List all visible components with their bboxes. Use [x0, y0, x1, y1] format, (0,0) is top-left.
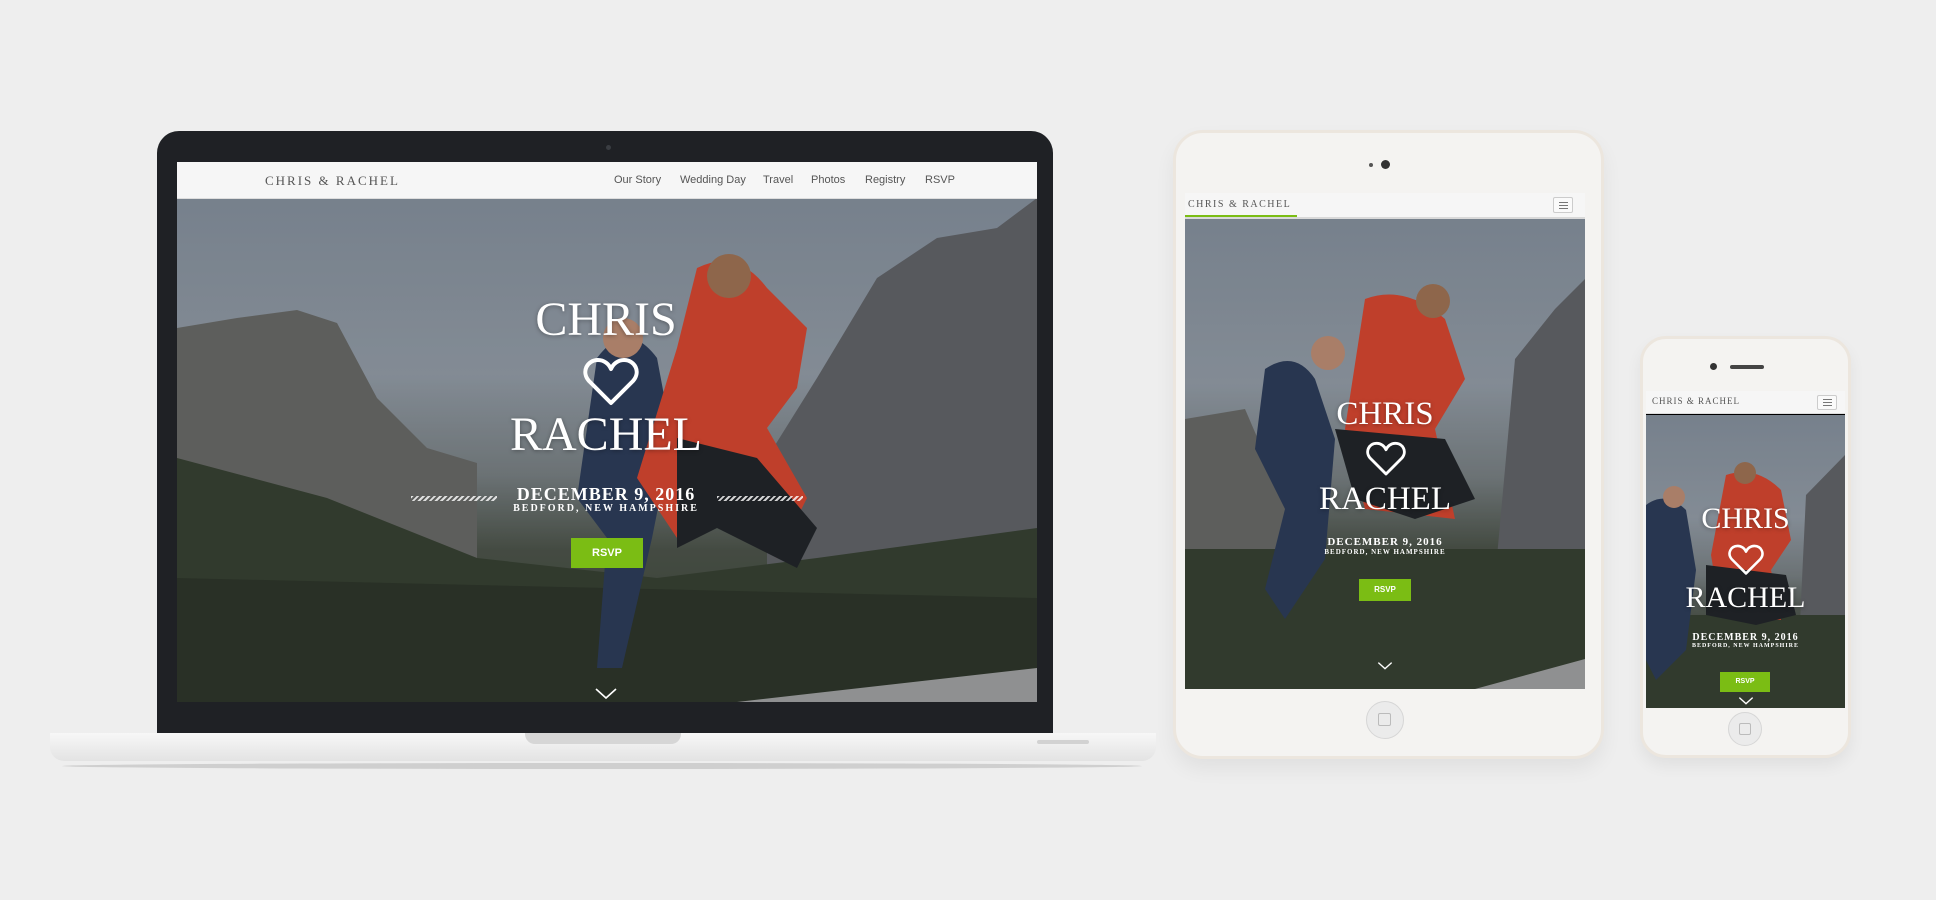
- hero-name-chris: CHRIS: [535, 293, 677, 346]
- phone-screen: CHRIS & RACHEL CHRIS RACHEL DECEMBER 9, …: [1646, 391, 1845, 708]
- hero-location: BEDFORD, NEW HAMPSHIRE: [1691, 643, 1800, 649]
- phone-speaker: [1730, 365, 1764, 369]
- nav-our-story[interactable]: Our Story: [614, 174, 661, 186]
- nav-wedding-day[interactable]: Wedding Day: [680, 174, 746, 186]
- rsvp-button[interactable]: RSVP: [1359, 579, 1411, 601]
- hamburger-menu-icon[interactable]: [1553, 197, 1573, 213]
- hero-name-rachel: RACHEL: [1319, 481, 1451, 517]
- hero-name-chris: CHRIS: [1336, 396, 1434, 432]
- hero-date: DECEMBER 9, 2016: [1692, 632, 1799, 643]
- hero-location: BEDFORD, NEW HAMPSHIRE: [513, 503, 699, 514]
- nav-progress-bar: [1185, 215, 1297, 217]
- rsvp-button[interactable]: RSVP: [571, 538, 643, 568]
- nav-registry[interactable]: Registry: [865, 174, 905, 186]
- heart-icon: [1366, 441, 1406, 476]
- hero-location: BEDFORD, NEW HAMPSHIRE: [1324, 548, 1446, 556]
- laptop-camera: [606, 145, 611, 150]
- laptop-screen: CHRIS & RACHEL Our Story Wedding Day Tra…: [177, 162, 1037, 702]
- heart-icon: [1728, 544, 1764, 575]
- nav-travel[interactable]: Travel: [763, 174, 793, 186]
- tablet-camera: [1369, 163, 1373, 167]
- tablet-screen: CHRIS & RACHEL CHRIS RACHEL DECEMBER 9, …: [1185, 193, 1585, 689]
- laptop-notch: [525, 733, 681, 744]
- chevron-down-icon[interactable]: [1377, 661, 1393, 671]
- phone-home-square: [1739, 723, 1751, 735]
- chevron-down-icon[interactable]: [1738, 696, 1754, 706]
- hero-name-chris: CHRIS: [1701, 502, 1790, 535]
- hero-name-rachel: RACHEL: [510, 408, 702, 461]
- nav-photos[interactable]: Photos: [811, 174, 845, 186]
- rsvp-button[interactable]: RSVP: [1720, 672, 1770, 692]
- brand-logo[interactable]: CHRIS & RACHEL: [265, 173, 400, 189]
- brand-logo[interactable]: CHRIS & RACHEL: [1652, 396, 1740, 406]
- chevron-down-icon[interactable]: [594, 687, 618, 701]
- laptop-shadow: [62, 763, 1142, 769]
- brand-logo[interactable]: CHRIS & RACHEL: [1188, 199, 1291, 210]
- heart-icon: [583, 358, 639, 405]
- tablet-camera-lens: [1381, 160, 1390, 169]
- phone-camera: [1710, 363, 1717, 370]
- nav-rsvp[interactable]: RSVP: [925, 174, 955, 186]
- tablet-home-square: [1378, 713, 1391, 726]
- laptop-port: [1037, 740, 1089, 744]
- hero-date: DECEMBER 9, 2016: [516, 484, 696, 504]
- hero-name-rachel: RACHEL: [1685, 581, 1806, 614]
- hamburger-menu-icon[interactable]: [1817, 395, 1837, 410]
- hero-date: DECEMBER 9, 2016: [1327, 536, 1443, 548]
